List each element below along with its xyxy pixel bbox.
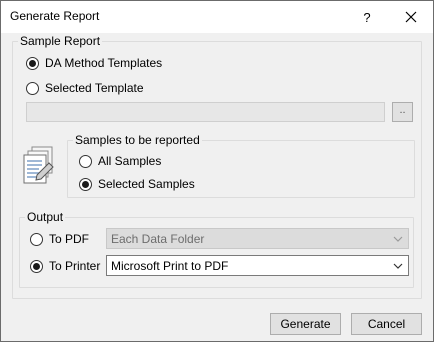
sample-report-label: Sample Report xyxy=(18,34,103,48)
radio-indicator xyxy=(26,56,39,70)
printer-select[interactable]: Microsoft Print to PDF xyxy=(106,255,409,276)
help-glyph: ? xyxy=(363,9,371,25)
selected-template-label: Selected Template xyxy=(45,81,144,95)
to-printer-label: To Printer xyxy=(49,259,101,273)
generate-label: Generate xyxy=(280,317,331,331)
chevron-down-icon xyxy=(393,263,403,269)
output-group-label: Output xyxy=(25,210,66,224)
template-path-field[interactable] xyxy=(26,102,385,122)
to-pdf-label: To PDF xyxy=(49,232,90,246)
printer-value: Microsoft Print to PDF xyxy=(111,258,229,273)
all-samples-label: All Samples xyxy=(98,154,162,168)
close-icon xyxy=(405,11,417,23)
radio-indicator xyxy=(79,154,92,168)
da-method-templates-label: DA Method Templates xyxy=(45,56,163,70)
pdf-folder-value: Each Data Folder xyxy=(111,231,205,246)
all-samples-radio[interactable]: All Samples xyxy=(79,153,161,169)
radio-indicator xyxy=(30,259,43,273)
samples-group-label: Samples to be reported xyxy=(73,133,202,147)
browse-label: .. xyxy=(399,104,406,116)
help-button[interactable]: ? xyxy=(348,1,386,33)
cancel-label: Cancel xyxy=(367,317,406,331)
window-title: Generate Report xyxy=(10,9,100,23)
to-printer-radio[interactable]: To Printer xyxy=(30,258,100,274)
to-pdf-radio[interactable]: To PDF xyxy=(30,231,89,247)
da-method-templates-radio[interactable]: DA Method Templates xyxy=(26,55,162,71)
generate-report-dialog: Generate Report ? Sample Report DA Metho… xyxy=(0,0,434,342)
radio-indicator xyxy=(30,232,43,246)
close-button[interactable] xyxy=(391,1,431,33)
pdf-folder-select[interactable]: Each Data Folder xyxy=(106,228,409,249)
radio-indicator xyxy=(79,177,92,191)
cancel-button[interactable]: Cancel xyxy=(351,313,422,335)
document-icon xyxy=(23,146,54,184)
radio-indicator xyxy=(26,81,39,95)
title-bar: Generate Report ? xyxy=(1,1,433,33)
selected-template-radio[interactable]: Selected Template xyxy=(26,80,144,96)
browse-button[interactable]: .. xyxy=(392,102,413,122)
selected-samples-label: Selected Samples xyxy=(98,177,195,191)
chevron-down-icon xyxy=(393,236,403,242)
generate-button[interactable]: Generate xyxy=(270,313,341,335)
selected-samples-radio[interactable]: Selected Samples xyxy=(79,176,195,192)
